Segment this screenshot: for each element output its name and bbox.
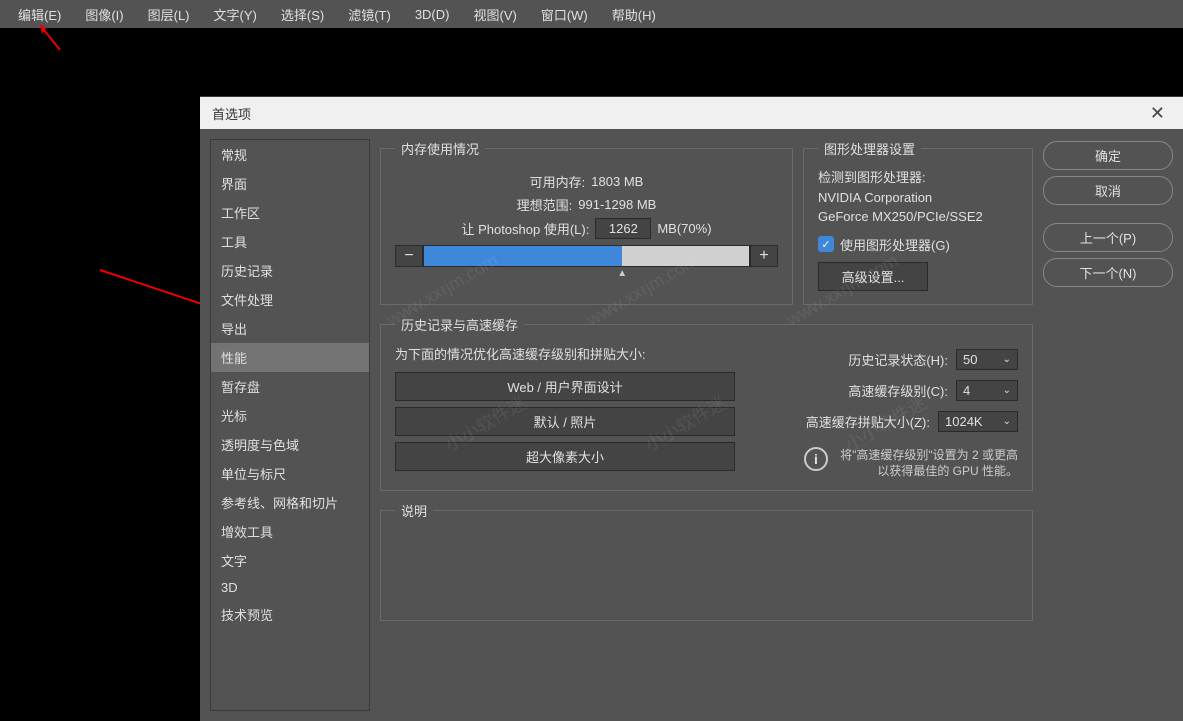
gpu-model: GeForce MX250/PCIe/SSE2 <box>818 207 1018 227</box>
next-button[interactable]: 下一个(N) <box>1043 258 1173 287</box>
sidebar-item-tools[interactable]: 工具 <box>211 227 369 256</box>
dialog-title-text: 首选项 <box>212 104 251 123</box>
slider-minus-button[interactable]: − <box>395 245 423 267</box>
gpu-vendor: NVIDIA Corporation <box>818 188 1018 208</box>
gpu-settings-group: 图形处理器设置 检测到图形处理器: NVIDIA Corporation GeF… <box>803 139 1033 305</box>
chevron-down-icon: ⌄ <box>1003 416 1011 427</box>
menu-image[interactable]: 图像(I) <box>75 1 133 28</box>
available-ram-label: 可用内存: <box>530 172 586 191</box>
preset-huge-button[interactable]: 超大像素大小 <box>395 442 735 471</box>
menu-layer[interactable]: 图层(L) <box>138 1 200 28</box>
cache-tile-label: 高速缓存拼贴大小(Z): <box>806 412 930 431</box>
sidebar-item-workspace[interactable]: 工作区 <box>211 198 369 227</box>
cache-tip-text: 将"高速缓存级别"设置为 2 或更高以获得最佳的 GPU 性能。 <box>838 447 1018 481</box>
menubar: 编辑(E) 图像(I) 图层(L) 文字(Y) 选择(S) 滤镜(T) 3D(D… <box>0 0 1183 28</box>
optimize-label: 为下面的情况优化高速缓存级别和拼贴大小: <box>395 344 735 363</box>
menu-3d[interactable]: 3D(D) <box>405 3 460 26</box>
cache-tile-dropdown[interactable]: 1024K⌄ <box>938 411 1018 432</box>
memory-legend: 内存使用情况 <box>395 139 485 158</box>
sidebar-item-transparency[interactable]: 透明度与色域 <box>211 430 369 459</box>
menu-type[interactable]: 文字(Y) <box>204 1 267 28</box>
sidebar-item-cursors[interactable]: 光标 <box>211 401 369 430</box>
sidebar-item-interface[interactable]: 界面 <box>211 169 369 198</box>
advanced-settings-button[interactable]: 高级设置... <box>818 262 928 291</box>
preset-default-button[interactable]: 默认 / 照片 <box>395 407 735 436</box>
sidebar-item-plugins[interactable]: 增效工具 <box>211 517 369 546</box>
sidebar-item-performance[interactable]: 性能 <box>211 343 369 372</box>
sidebar-item-3d[interactable]: 3D <box>211 575 369 600</box>
memory-usage-group: 内存使用情况 可用内存: 1803 MB 理想范围: 991-1298 MB 让… <box>380 139 793 305</box>
chevron-down-icon: ⌄ <box>1003 354 1011 365</box>
gpu-detected-label: 检测到图形处理器: <box>818 168 1018 188</box>
sidebar-item-guides[interactable]: 参考线、网格和切片 <box>211 488 369 517</box>
history-cache-group: 历史记录与高速缓存 为下面的情况优化高速缓存级别和拼贴大小: Web / 用户界… <box>380 315 1033 492</box>
ideal-range-label: 理想范围: <box>517 195 573 214</box>
sidebar-item-export[interactable]: 导出 <box>211 314 369 343</box>
sidebar-item-scratch[interactable]: 暂存盘 <box>211 372 369 401</box>
sidebar-item-tech-preview[interactable]: 技术预览 <box>211 600 369 629</box>
gpu-legend: 图形处理器设置 <box>818 139 921 158</box>
dialog-titlebar: 首选项 ✕ <box>200 97 1183 129</box>
description-legend: 说明 <box>395 501 433 520</box>
sidebar-item-general[interactable]: 常规 <box>211 140 369 169</box>
ideal-range-value: 991-1298 MB <box>578 197 656 212</box>
preferences-sidebar: 常规 界面 工作区 工具 历史记录 文件处理 导出 性能 暂存盘 光标 透明度与… <box>210 139 370 711</box>
preset-web-button[interactable]: Web / 用户界面设计 <box>395 372 735 401</box>
menu-window[interactable]: 窗口(W) <box>531 1 598 28</box>
cache-levels-dropdown[interactable]: 4⌄ <box>956 380 1018 401</box>
ok-button[interactable]: 确定 <box>1043 141 1173 170</box>
sidebar-item-type[interactable]: 文字 <box>211 546 369 575</box>
memory-slider[interactable]: − ▲ + <box>395 245 778 267</box>
sidebar-item-file-handling[interactable]: 文件处理 <box>211 285 369 314</box>
chevron-down-icon: ⌄ <box>1003 385 1011 396</box>
history-cache-legend: 历史记录与高速缓存 <box>395 315 524 334</box>
info-icon: i <box>804 447 828 471</box>
menu-view[interactable]: 视图(V) <box>463 1 526 28</box>
menu-select[interactable]: 选择(S) <box>271 1 334 28</box>
use-gpu-label: 使用图形处理器(G) <box>840 235 950 254</box>
slider-thumb-icon[interactable]: ▲ <box>617 268 627 279</box>
description-group: 说明 <box>380 501 1033 621</box>
use-gpu-checkbox[interactable]: ✓ <box>818 236 834 252</box>
preferences-dialog: 首选项 ✕ 常规 界面 工作区 工具 历史记录 文件处理 导出 性能 暂存盘 光… <box>200 96 1183 721</box>
dialog-action-buttons: 确定 取消 上一个(P) 下一个(N) <box>1043 139 1173 711</box>
history-states-label: 历史记录状态(H): <box>848 350 948 369</box>
menu-filter[interactable]: 滤镜(T) <box>338 1 401 28</box>
history-states-dropdown[interactable]: 50⌄ <box>956 349 1018 370</box>
available-ram-value: 1803 MB <box>591 174 643 189</box>
prev-button[interactable]: 上一个(P) <box>1043 223 1173 252</box>
menu-help[interactable]: 帮助(H) <box>602 1 666 28</box>
memory-amount-input[interactable] <box>595 218 651 239</box>
cancel-button[interactable]: 取消 <box>1043 176 1173 205</box>
slider-fill <box>424 246 622 266</box>
slider-plus-button[interactable]: + <box>750 245 778 267</box>
let-ps-use-label: 让 Photoshop 使用(L): <box>461 219 589 238</box>
memory-suffix: MB(70%) <box>657 221 711 236</box>
sidebar-item-history[interactable]: 历史记录 <box>211 256 369 285</box>
slider-track[interactable]: ▲ <box>423 245 750 267</box>
menu-edit[interactable]: 编辑(E) <box>8 1 71 28</box>
close-icon[interactable]: ✕ <box>1144 103 1171 124</box>
cache-levels-label: 高速缓存级别(C): <box>848 381 948 400</box>
sidebar-item-units[interactable]: 单位与标尺 <box>211 459 369 488</box>
